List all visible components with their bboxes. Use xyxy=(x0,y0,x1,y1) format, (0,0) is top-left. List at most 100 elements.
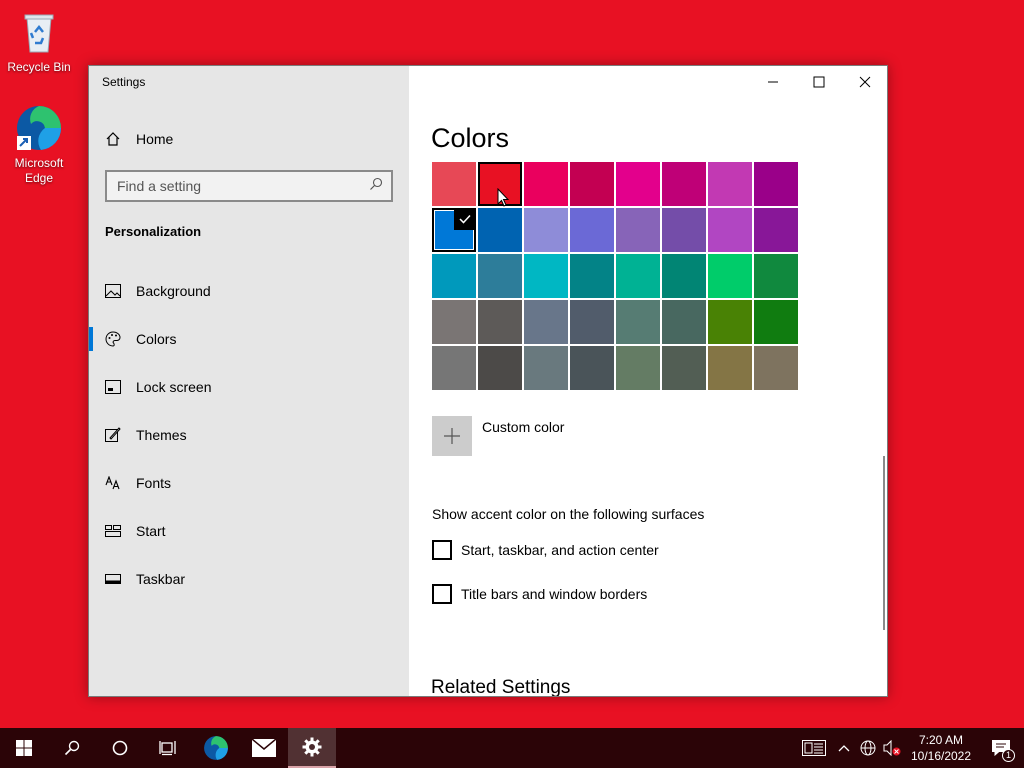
color-swatch[interactable] xyxy=(662,254,706,298)
color-swatch[interactable] xyxy=(708,254,752,298)
clock[interactable]: 7:20 AM 10/16/2022 xyxy=(904,732,978,764)
palette-icon xyxy=(105,331,121,347)
sidebar-item-label: Themes xyxy=(136,427,187,443)
volume-button[interactable] xyxy=(880,728,904,768)
home-icon xyxy=(105,131,121,147)
checkbox[interactable] xyxy=(432,584,452,604)
color-swatch[interactable] xyxy=(754,208,798,252)
accent-color-grid xyxy=(432,162,798,390)
search-input[interactable] xyxy=(117,178,369,194)
sidebar-item-taskbar[interactable]: Taskbar xyxy=(89,555,409,603)
task-view-button[interactable] xyxy=(144,728,192,768)
sidebar-item-lock-screen[interactable]: Lock screen xyxy=(89,363,409,411)
color-swatch[interactable] xyxy=(478,254,522,298)
sidebar-item-label: Taskbar xyxy=(136,571,186,587)
system-tray: 7:20 AM 10/16/2022 1 xyxy=(796,728,1024,768)
sidebar-item-themes[interactable]: Themes xyxy=(89,411,409,459)
taskbar: 7:20 AM 10/16/2022 1 xyxy=(0,728,1024,768)
recycle-bin-icon xyxy=(15,8,63,56)
desktop-icon-label: Microsoft Edge xyxy=(14,156,64,185)
color-swatch[interactable] xyxy=(570,300,614,344)
sidebar-item-fonts[interactable]: Fonts xyxy=(89,459,409,507)
taskbar-settings-button[interactable] xyxy=(288,728,336,768)
network-button[interactable] xyxy=(856,728,880,768)
color-swatch[interactable] xyxy=(524,300,568,344)
news-button[interactable] xyxy=(796,728,832,768)
desktop-icon-recycle-bin[interactable]: Recycle Bin xyxy=(4,8,74,75)
checkbox-label: Start, taskbar, and action center xyxy=(461,542,659,558)
settings-content: Colors Custom color Show accent color on… xyxy=(409,66,887,696)
sidebar-item-background[interactable]: Background xyxy=(89,267,409,315)
sidebar-item-label: Start xyxy=(136,523,166,539)
news-icon xyxy=(802,740,826,756)
color-swatch[interactable] xyxy=(754,300,798,344)
color-swatch[interactable] xyxy=(708,300,752,344)
scrollbar[interactable] xyxy=(883,456,885,630)
color-swatch[interactable] xyxy=(616,254,660,298)
edge-icon xyxy=(204,736,228,760)
color-swatch[interactable] xyxy=(662,208,706,252)
chevron-up-icon xyxy=(838,745,850,752)
desktop-icon-label: Recycle Bin xyxy=(7,60,71,74)
color-swatch[interactable] xyxy=(432,346,476,390)
checkbox-title-bars[interactable]: Title bars and window borders xyxy=(432,584,647,604)
color-swatch[interactable] xyxy=(662,162,706,206)
color-swatch[interactable] xyxy=(662,300,706,344)
nav-home[interactable]: Home xyxy=(105,128,173,150)
color-swatch[interactable] xyxy=(570,162,614,206)
color-swatch[interactable] xyxy=(432,254,476,298)
taskbar-icon xyxy=(105,571,121,587)
color-swatch[interactable] xyxy=(616,208,660,252)
checkbox[interactable] xyxy=(432,540,452,560)
color-swatch[interactable] xyxy=(708,346,752,390)
page-title: Colors xyxy=(431,123,510,153)
cortana-button[interactable] xyxy=(96,728,144,768)
fonts-icon xyxy=(105,475,121,491)
color-swatch[interactable] xyxy=(570,254,614,298)
related-settings-heading: Related Settings xyxy=(431,677,571,697)
notification-count-badge: 1 xyxy=(1002,749,1015,762)
color-swatch[interactable] xyxy=(708,162,752,206)
color-swatch[interactable] xyxy=(432,208,476,252)
search-box[interactable] xyxy=(105,170,393,202)
search-button[interactable] xyxy=(48,728,96,768)
search-icon[interactable] xyxy=(369,177,383,196)
color-swatch[interactable] xyxy=(524,254,568,298)
settings-sidebar: Settings Home Personalization Background xyxy=(89,66,409,696)
volume-muted-icon xyxy=(883,740,901,756)
taskbar-mail-button[interactable] xyxy=(240,728,288,768)
notifications-button[interactable]: 1 xyxy=(978,728,1024,768)
color-swatch[interactable] xyxy=(616,162,660,206)
custom-color-button[interactable]: Custom color xyxy=(432,416,564,456)
color-swatch[interactable] xyxy=(616,346,660,390)
color-swatch[interactable] xyxy=(524,162,568,206)
color-swatch[interactable] xyxy=(616,300,660,344)
show-hidden-icons-button[interactable] xyxy=(832,728,856,768)
start-button[interactable] xyxy=(0,728,48,768)
color-swatch[interactable] xyxy=(524,346,568,390)
color-swatch[interactable] xyxy=(754,162,798,206)
sidebar-item-start[interactable]: Start xyxy=(89,507,409,555)
color-swatch[interactable] xyxy=(432,300,476,344)
desktop-icon-edge[interactable]: Microsoft Edge xyxy=(4,104,74,186)
checkbox-start-taskbar[interactable]: Start, taskbar, and action center xyxy=(432,540,659,560)
settings-window: Settings Home Personalization Background xyxy=(88,65,888,697)
color-swatch[interactable] xyxy=(570,208,614,252)
color-swatch[interactable] xyxy=(478,346,522,390)
color-swatch[interactable] xyxy=(478,300,522,344)
sidebar-item-label: Background xyxy=(136,283,211,299)
color-swatch[interactable] xyxy=(708,208,752,252)
checkmark-icon xyxy=(454,208,476,230)
start-icon xyxy=(16,740,32,756)
color-swatch[interactable] xyxy=(662,346,706,390)
plus-icon xyxy=(432,416,472,456)
color-swatch[interactable] xyxy=(432,162,476,206)
color-swatch[interactable] xyxy=(754,254,798,298)
start-icon xyxy=(105,523,121,539)
color-swatch[interactable] xyxy=(478,208,522,252)
color-swatch[interactable] xyxy=(570,346,614,390)
color-swatch[interactable] xyxy=(754,346,798,390)
sidebar-item-colors[interactable]: Colors xyxy=(89,315,409,363)
color-swatch[interactable] xyxy=(524,208,568,252)
taskbar-edge-button[interactable] xyxy=(192,728,240,768)
